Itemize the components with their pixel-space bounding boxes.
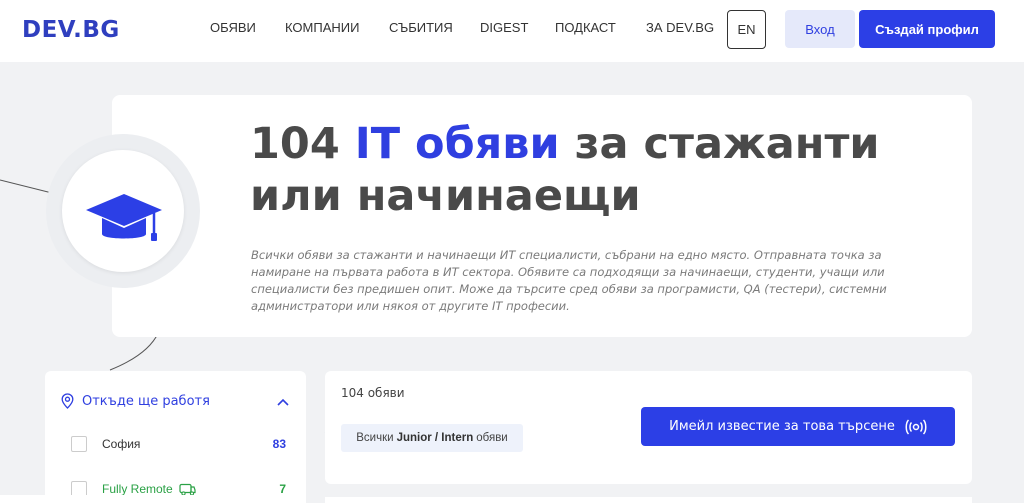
active-filter-tag: Всички Junior / Intern обяви — [341, 424, 523, 452]
title-accent: IT обяви — [354, 119, 560, 169]
filter-header[interactable]: Откъде ще работя — [61, 393, 210, 409]
page-title: 104 IT обяви за стажанти или начинаещи — [250, 118, 940, 222]
option-count: 7 — [279, 482, 286, 496]
filter-title: Откъде ще работя — [82, 393, 210, 409]
option-label: Fully Remote — [102, 482, 173, 496]
option-label: София — [102, 437, 141, 451]
graduation-cap-icon — [86, 194, 162, 241]
tag-bold: Junior / Intern — [396, 432, 474, 444]
title-rest: за стажанти или начинаещи — [250, 119, 880, 221]
signup-button[interactable]: Създай профил — [859, 10, 995, 48]
option-count: 83 — [272, 437, 286, 451]
chevron-up-icon[interactable] — [277, 398, 289, 406]
language-button[interactable]: EN — [727, 10, 766, 49]
nav-item-jobs[interactable]: ОБЯВИ — [210, 20, 256, 35]
location-filter: Откъде ще работя София 83 Fully Remote 7 — [45, 371, 306, 503]
bottom-panel — [0, 495, 290, 503]
nav-item-digest[interactable]: DIGEST — [480, 20, 528, 35]
login-button[interactable]: Вход — [785, 10, 855, 48]
filter-option-sofia[interactable]: София 83 — [71, 435, 286, 453]
email-alert-button[interactable]: Имейл известие за това търсене — [641, 407, 955, 446]
nav-item-podcast[interactable]: ПОДКАСТ — [555, 20, 616, 35]
results-count: 104 обяви — [341, 386, 405, 400]
remote-van-icon — [179, 483, 196, 496]
nav-item-events[interactable]: СЪБИТИЯ — [389, 20, 453, 35]
top-header: DEV.BG ОБЯВИ КОМПАНИИ СЪБИТИЯ DIGEST ПОД… — [0, 0, 1024, 62]
tag-suffix: обяви — [476, 432, 508, 444]
tag-prefix: Всички — [356, 432, 394, 444]
page-description: Всички обяви за стажанти и начинаещи ИТ … — [251, 248, 887, 313]
next-results-card — [325, 497, 972, 503]
signal-icon — [905, 418, 927, 435]
nav-item-about[interactable]: ЗА DEV.BG — [646, 20, 714, 35]
title-count: 104 — [250, 119, 340, 169]
nav-item-companies[interactable]: КОМПАНИИ — [285, 20, 359, 35]
location-pin-icon — [61, 393, 74, 409]
alert-button-label: Имейл известие за това търсене — [669, 419, 895, 434]
checkbox[interactable] — [71, 436, 87, 452]
devbg-logo[interactable]: DEV.BG — [22, 17, 120, 43]
